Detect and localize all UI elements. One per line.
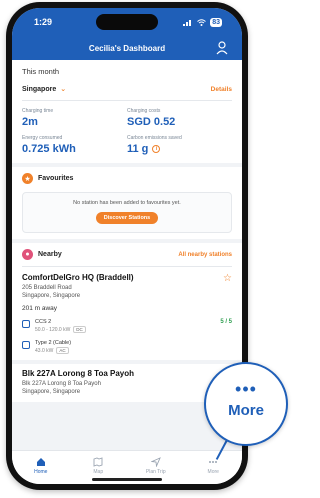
all-nearby-stations-link[interactable]: All nearby stations xyxy=(178,252,232,258)
connector-spec: 43.0 kW xyxy=(35,347,54,354)
stat-charging-time: Charging time 2m xyxy=(22,108,127,128)
discover-stations-button[interactable]: Discover Stations xyxy=(95,212,159,224)
connector-type-badge: AC xyxy=(56,347,69,354)
address-line: 205 Braddell Road xyxy=(22,285,72,291)
connector-spec: 50.0 - 120.0 kW xyxy=(35,326,71,333)
nearby-section: ● Nearby All nearby stations ComfortDelG… xyxy=(12,243,242,360)
page-title: Cecilia's Dashboard xyxy=(88,43,166,53)
stat-label: Carbon emissions saved xyxy=(127,135,182,141)
this-month-title: This month xyxy=(22,67,60,76)
more-dots-icon: ••• xyxy=(235,378,257,399)
navigation-arrow-icon xyxy=(150,457,161,467)
stat-charging-costs: Charging costs SGD 0.52 xyxy=(127,108,232,128)
tab-plan-trip[interactable]: Plan Trip xyxy=(136,457,176,475)
country-label: Singapore xyxy=(22,85,57,93)
this-month-card: This month Singapore ⌄ Details Charging … xyxy=(12,60,242,163)
signal-icon xyxy=(183,19,192,26)
profile-icon[interactable] xyxy=(216,41,228,55)
home-indicator xyxy=(92,478,162,481)
more-callout: ••• More xyxy=(204,362,288,446)
station-name: Blk 227A Lorong 8 Toa Payoh xyxy=(22,369,135,378)
station-address: 205 Braddell Road Singapore, Singapore xyxy=(22,284,232,300)
station-distance: 201 m away xyxy=(22,305,58,312)
stat-value: SGD 0.52 xyxy=(127,116,176,128)
tab-label: More xyxy=(207,469,219,475)
wifi-icon xyxy=(197,18,207,26)
address-line: Singapore, Singapore xyxy=(22,389,81,395)
favourites-empty-state: No station has been added to favourites … xyxy=(22,192,232,233)
details-link[interactable]: Details xyxy=(211,86,232,93)
stat-label: Charging costs xyxy=(127,108,161,114)
tab-label: Map xyxy=(93,469,104,475)
favourites-empty-message: No station has been added to favourites … xyxy=(73,200,181,206)
nearby-title: Nearby xyxy=(38,251,62,258)
stat-value: 11 g xyxy=(127,143,149,155)
station-address: Blk 227A Lorong 8 Toa Payoh Singapore, S… xyxy=(22,380,232,396)
battery-icon: 83 xyxy=(210,17,222,27)
home-icon xyxy=(36,458,45,466)
tab-label: Plan Trip xyxy=(145,469,166,475)
favourite-star-icon[interactable]: ☆ xyxy=(223,273,232,284)
station-name: ComfortDelGro HQ (Braddell) xyxy=(22,273,134,282)
stat-carbon-saved: Carbon emissions saved 11 g i xyxy=(127,135,232,155)
connector-type-badge: DC xyxy=(73,326,86,333)
stat-energy-consumed: Energy consumed 0.725 kWh xyxy=(22,135,127,155)
country-selector[interactable]: Singapore ⌄ xyxy=(22,85,67,94)
connector-row: Type 2 (Cable) 43.0 kW AC xyxy=(22,340,232,354)
connector-availability: 5 / 5 xyxy=(220,319,232,325)
favourites-section: ★ Favourites No station has been added t… xyxy=(12,167,242,239)
location-pin-icon: ● xyxy=(22,249,33,260)
connector-row: CCS 2 50.0 - 120.0 kW DC 5 / 5 xyxy=(22,319,232,333)
connector-name: Type 2 (Cable) xyxy=(35,340,72,346)
tab-map[interactable]: Map xyxy=(78,457,118,475)
info-icon[interactable]: i xyxy=(152,145,161,153)
tab-home[interactable]: Home xyxy=(21,457,61,475)
station-card[interactable]: ComfortDelGro HQ (Braddell) ☆ 205 Bradde… xyxy=(22,266,232,354)
tab-label: Home xyxy=(34,469,48,475)
map-icon xyxy=(93,457,103,467)
stat-label: Energy consumed xyxy=(22,135,63,141)
app-header: Cecilia's Dashboard xyxy=(12,36,242,60)
address-line: Blk 227A Lorong 8 Toa Payoh xyxy=(22,381,101,387)
connector-name: CCS 2 xyxy=(35,319,52,325)
tab-more[interactable]: More xyxy=(193,457,233,475)
chevron-down-icon: ⌄ xyxy=(60,86,67,93)
status-time: 1:29 xyxy=(34,17,53,27)
plug-icon xyxy=(22,341,30,349)
favourites-title: Favourites xyxy=(38,175,74,182)
stat-value: 0.725 kWh xyxy=(22,143,76,155)
address-line: Singapore, Singapore xyxy=(22,293,81,299)
stat-label: Charging time xyxy=(22,108,54,114)
dynamic-island xyxy=(96,14,158,30)
bottom-tab-bar: Home Map Plan Trip More xyxy=(12,450,242,484)
callout-label: More xyxy=(228,401,264,419)
stat-value: 2m xyxy=(22,116,38,128)
star-icon: ★ xyxy=(22,173,33,184)
divider xyxy=(22,100,232,101)
plug-icon xyxy=(22,320,30,328)
status-bar: 1:29 83 xyxy=(12,8,242,36)
stats-grid: Charging time 2m Charging costs SGD 0.52… xyxy=(22,108,232,155)
